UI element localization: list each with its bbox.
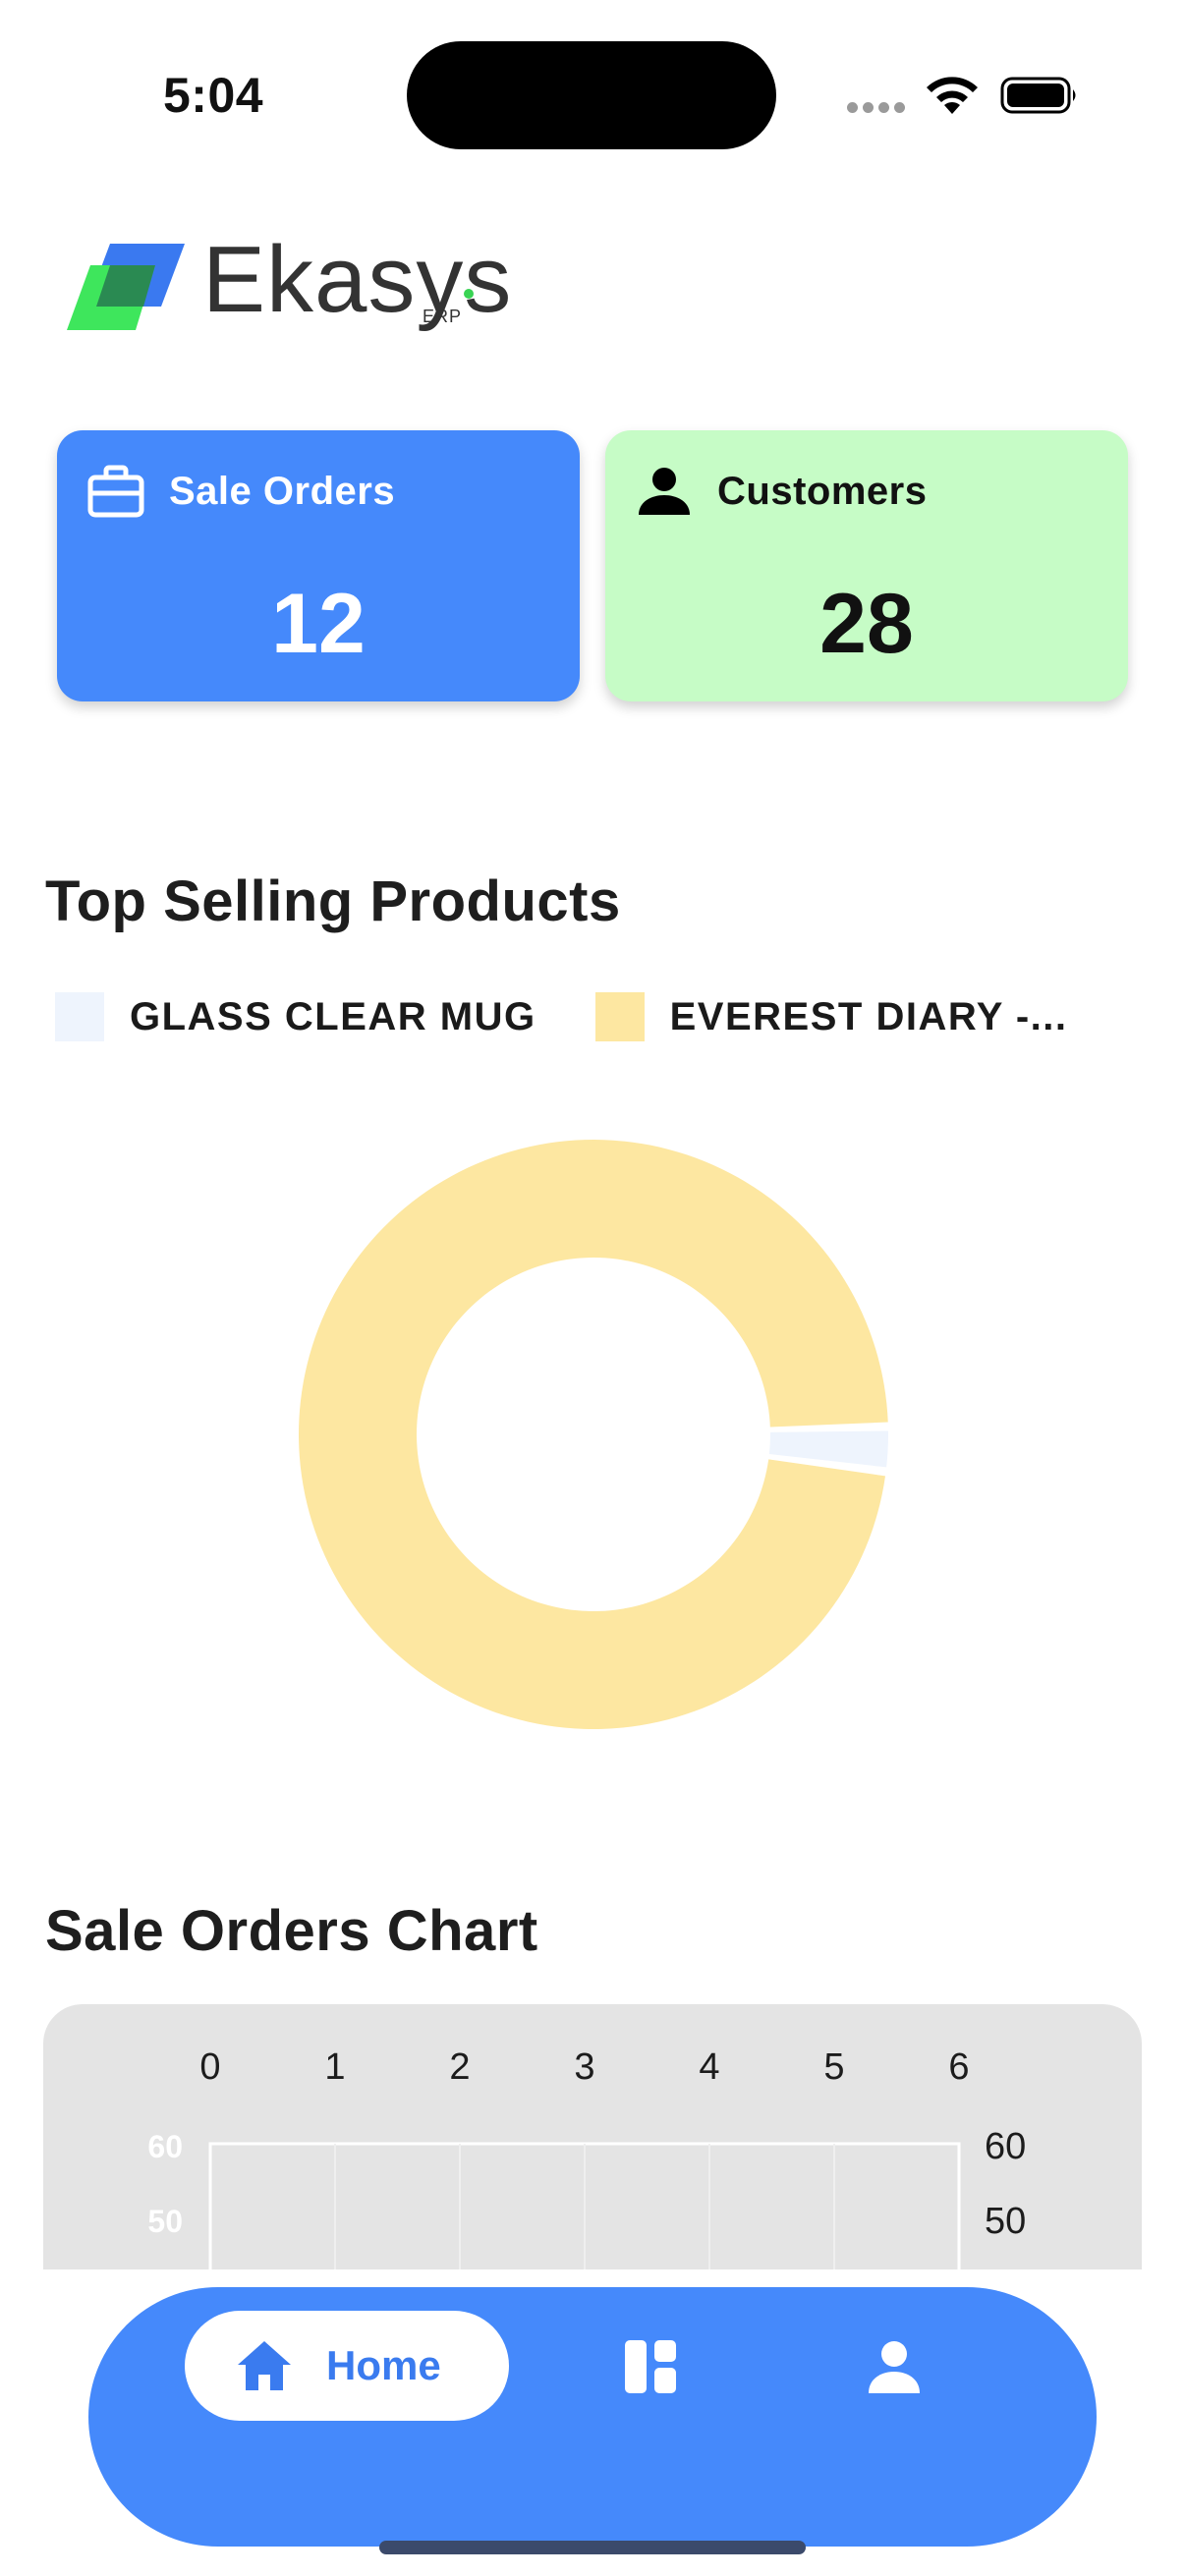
ekasys-logo: Ekasys ERP xyxy=(67,224,511,332)
x-tick-label: 1 xyxy=(324,2046,345,2088)
customers-card[interactable]: Customers 28 xyxy=(605,430,1128,701)
card-title: Customers xyxy=(717,469,928,513)
x-tick-label: 6 xyxy=(948,2046,969,2088)
y-tick-label-left: 50 xyxy=(147,2204,183,2239)
battery-icon xyxy=(1000,77,1076,114)
wifi-icon xyxy=(927,77,978,114)
x-tick-label: 2 xyxy=(449,2046,470,2088)
dashboard-icon[interactable] xyxy=(623,2338,678,2395)
y-tick-label-right: 60 xyxy=(985,2126,1026,2167)
x-tick-label: 3 xyxy=(574,2046,594,2088)
top-selling-donut-chart xyxy=(299,1139,888,1729)
card-value: 28 xyxy=(819,577,914,671)
cellular-signal-icon xyxy=(847,102,908,116)
y-tick-label-right: 50 xyxy=(985,2201,1026,2242)
logo-suffix: ERP xyxy=(423,307,463,326)
section-title-top-selling: Top Selling Products xyxy=(45,869,621,933)
legend-label: GLASS CLEAR MUG xyxy=(130,994,536,1038)
home-indicator xyxy=(379,2541,806,2554)
card-value: 12 xyxy=(271,577,366,671)
sale-orders-card[interactable]: Sale Orders 12 xyxy=(57,430,580,701)
legend-item: GLASS CLEAR MUG xyxy=(55,992,536,1041)
legend-label: EVEREST DIARY -... xyxy=(669,994,1068,1038)
x-tick-label: 5 xyxy=(823,2046,844,2088)
sale-orders-line-chart: 0 1 2 3 4 5 6 60 50 60 50 xyxy=(147,2046,1026,2269)
legend-swatch xyxy=(55,992,104,1041)
legend-item: EVEREST DIARY -... xyxy=(594,992,1068,1041)
sale-orders-chart-card: 0 1 2 3 4 5 6 60 50 60 50 xyxy=(43,2004,1142,2269)
status-time: 5:04 xyxy=(163,68,264,123)
y-tick-label-left: 60 xyxy=(147,2129,183,2164)
nav-home-tab[interactable]: Home xyxy=(185,2311,509,2421)
logo-dot xyxy=(464,289,474,299)
legend-swatch xyxy=(594,992,645,1041)
donut-slice xyxy=(768,1430,888,1468)
briefcase-icon xyxy=(87,465,144,518)
home-icon xyxy=(238,2341,291,2390)
nav-home-label: Home xyxy=(326,2342,441,2388)
x-tick-label: 4 xyxy=(699,2046,719,2088)
bottom-nav: Home xyxy=(88,2287,1097,2547)
logo-text: Ekasys xyxy=(202,227,513,332)
card-title: Sale Orders xyxy=(169,469,396,513)
profile-icon[interactable] xyxy=(865,2338,924,2395)
chart-legend: GLASS CLEAR MUG EVEREST DIARY -... xyxy=(55,992,1067,1041)
logo-mark-icon xyxy=(67,244,185,330)
person-icon xyxy=(639,468,690,515)
section-title-sale-orders-chart: Sale Orders Chart xyxy=(45,1899,538,1963)
dynamic-island xyxy=(407,41,776,149)
x-tick-label: 0 xyxy=(199,2046,220,2088)
